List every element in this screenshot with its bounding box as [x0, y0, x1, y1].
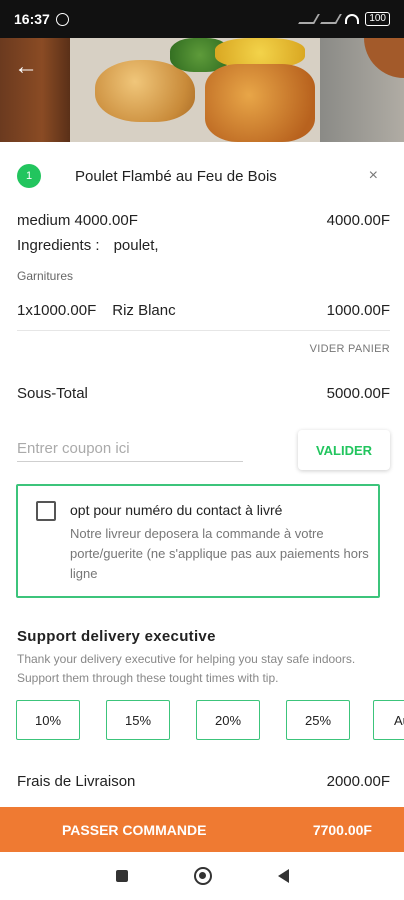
tip-option-20[interactable]: 20% [196, 700, 260, 740]
support-title: Support delivery executive [17, 628, 216, 645]
contact-option-title: opt pour numéro du contact à livré [70, 502, 283, 518]
size-line: medium 4000.00F [17, 211, 138, 229]
contact-option-box: opt pour numéro du contact à livré Notre… [16, 484, 380, 598]
delivery-fee-value: 2000.00F [326, 772, 390, 790]
back-icon[interactable] [277, 869, 289, 883]
battery-icon: 100 [365, 12, 390, 26]
recent-apps-icon[interactable] [115, 870, 128, 882]
garnish-price: 1000.00F [326, 301, 390, 319]
subtotal-row: Sous-Total 5000.00F [17, 382, 390, 404]
signal-icon [298, 14, 321, 24]
subtotal-value: 5000.00F [326, 384, 390, 402]
size-row: medium 4000.00F 4000.00F [17, 210, 390, 230]
wifi-icon [345, 14, 360, 24]
food-photo-fries [205, 64, 315, 142]
ingredients-value: poulet, [113, 236, 159, 254]
contact-option-description: Notre livreur deposera la commande à vot… [70, 526, 369, 581]
ingredients-row: Ingredients : poulet, [17, 235, 390, 255]
place-order-label: PASSER COMMANDE [62, 821, 207, 838]
garnish-name: Riz Blanc [112, 301, 176, 319]
tip-option-other[interactable]: Au [373, 700, 404, 740]
place-order-button[interactable]: PASSER COMMANDE 7700.00F [0, 807, 404, 852]
order-total: 7700.00F [312, 821, 372, 838]
tip-options: 10% 15% 20% 25% [16, 700, 350, 740]
item-title: Poulet Flambé au Feu de Bois [75, 167, 277, 185]
garnish-header-row: Garnitures [17, 267, 390, 285]
item-number-badge: 1 [17, 164, 41, 188]
cart-item-header: 1 Poulet Flambé au Feu de Bois × [17, 162, 390, 190]
tip-option-10[interactable]: 10% [16, 700, 80, 740]
tip-option-15[interactable]: 15% [106, 700, 170, 740]
size-price: 4000.00F [326, 211, 390, 229]
ingredients-label: Ingredients : [17, 236, 100, 254]
garnish-qty-price: 1x1000.00F [17, 301, 97, 319]
empty-cart-button[interactable]: VIDER PANIER [310, 343, 390, 355]
subtotal-label: Sous-Total [17, 384, 88, 402]
remove-item-close-icon[interactable]: × [369, 167, 378, 185]
status-bar: 16:37 100 [0, 0, 404, 38]
divider [17, 330, 390, 331]
support-description: Thank your delivery executive for helpin… [17, 652, 356, 685]
validate-coupon-button[interactable]: VALIDER [298, 430, 390, 470]
contact-option-checkbox[interactable] [36, 501, 56, 521]
garnish-header: Garnitures [17, 269, 74, 283]
garnish-row: 1x1000.00F Riz Blanc 1000.00F [17, 300, 390, 320]
delivery-fee-label: Frais de Livraison [17, 772, 136, 790]
home-icon[interactable] [193, 867, 212, 885]
tip-option-25[interactable]: 25% [286, 700, 350, 740]
back-arrow-icon[interactable]: ← [14, 55, 38, 80]
system-nav-bar [0, 852, 404, 900]
delivery-fee-row: Frais de Livraison 2000.00F [17, 770, 390, 792]
signal-icon-2 [320, 14, 343, 24]
whatsapp-icon [55, 12, 69, 26]
coupon-input[interactable] [17, 436, 243, 462]
status-time: 16:37 [14, 11, 50, 27]
